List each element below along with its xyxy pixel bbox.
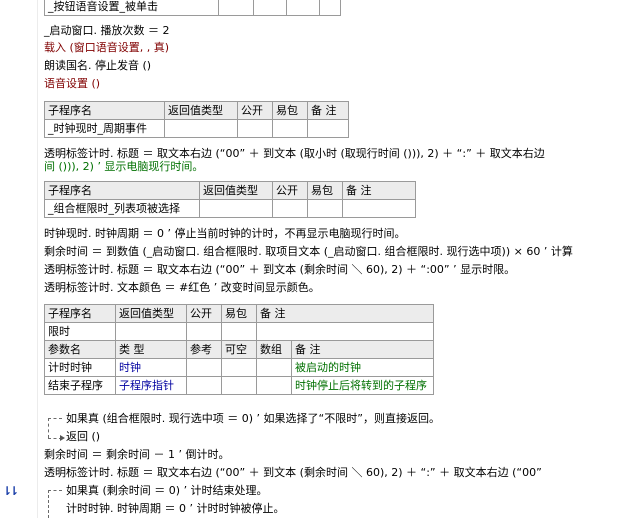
code-line[interactable]: _启动窗口. 播放次数 ＝ 2 bbox=[44, 24, 169, 38]
line-gutter bbox=[0, 0, 38, 518]
code-line[interactable]: 计时时钟. 时钟周期 ＝ 0 ’ 计时时钟被停止。 bbox=[66, 502, 284, 516]
flow-line bbox=[48, 418, 49, 438]
code-line[interactable]: 如果真 (剩余时间 ＝ 0) ’ 计时结束处理。 bbox=[66, 484, 268, 498]
breakpoint-arrows-icon[interactable]: ⇂⇂ bbox=[2, 484, 19, 498]
code-line[interactable]: 剩余时间 ＝ 剩余时间 － 1 ’ 倒计时。 bbox=[44, 448, 229, 462]
param-type-cell[interactable]: 时钟 bbox=[115, 358, 187, 377]
code-line[interactable]: 如果真 (组合框限时. 现行选中项 ＝ 0) ’ 如果选择了“不限时”，则直接返… bbox=[66, 412, 440, 426]
code-line[interactable]: 透明标签计时. 标题 ＝ 取文本右边 (“00” ＋ 到文本 (剩余时间 ＼ 6… bbox=[44, 263, 515, 277]
flow-arrow-icon bbox=[60, 435, 65, 441]
code-line[interactable]: 朗读国名. 停止发音 () bbox=[44, 59, 151, 73]
subroutine-table-limit: 子程序名 返回值类型 公开 易包 备 注 限时 参数名 类 型 参考 可空 数组… bbox=[44, 304, 434, 395]
code-line[interactable]: 透明标签计时. 文本颜色 ＝ #红色 ’ 改变时间显示颜色。 bbox=[44, 281, 320, 295]
subroutine-table-button: _按钮语音设置_被单击 bbox=[44, 0, 341, 16]
subroutine-table-combobox: 子程序名 返回值类型 公开 易包 备 注 _组合框限时_列表项被选择 bbox=[44, 181, 416, 218]
subroutine-name-cell[interactable]: _时钟现时_周期事件 bbox=[44, 119, 165, 138]
code-line[interactable]: 透明标签计时. 标题 ＝ 取文本右边 (“00” ＋ 到文本 (取小时 (取现行… bbox=[44, 147, 545, 161]
subroutine-name-cell[interactable]: 限时 bbox=[44, 322, 116, 341]
param-note-cell[interactable]: 时钟停止后将转到的子程序 bbox=[291, 376, 434, 395]
code-line[interactable]: 返回 () bbox=[66, 430, 100, 444]
code-line[interactable]: 透明标签计时. 标题 ＝ 取文本右边 (“00” ＋ 到文本 (剩余时间 ＼ 6… bbox=[44, 466, 542, 480]
code-line[interactable]: 载入 (窗口语音设置, , 真) bbox=[44, 41, 169, 55]
code-line[interactable]: 语音设置 () bbox=[44, 77, 100, 91]
flow-line bbox=[48, 490, 49, 518]
subroutine-table-timer: 子程序名 返回值类型 公开 易包 备 注 _时钟现时_周期事件 bbox=[44, 101, 349, 138]
param-name-cell[interactable]: 计时时钟 bbox=[44, 358, 116, 377]
param-note-cell[interactable]: 被启动的时钟 bbox=[291, 358, 434, 377]
code-line[interactable]: 剩余时间 ＝ 到数值 (_启动窗口. 组合框限时. 取项目文本 (_启动窗口. … bbox=[44, 245, 573, 259]
subroutine-name-cell[interactable]: _组合框限时_列表项被选择 bbox=[44, 199, 200, 218]
code-line[interactable]: 时钟现时. 时钟周期 ＝ 0 ’ 停止当前时钟的计时，不再显示电脑现行时间。 bbox=[44, 227, 405, 241]
param-type-cell[interactable]: 子程序指针 bbox=[115, 376, 187, 395]
flow-line bbox=[48, 490, 62, 491]
code-line[interactable]: 间 ())), 2) ’ 显示电脑现行时间。 bbox=[44, 160, 203, 174]
param-name-cell[interactable]: 结束子程序 bbox=[44, 376, 116, 395]
flow-line bbox=[48, 418, 62, 419]
subroutine-name-cell[interactable]: _按钮语音设置_被单击 bbox=[44, 0, 219, 16]
